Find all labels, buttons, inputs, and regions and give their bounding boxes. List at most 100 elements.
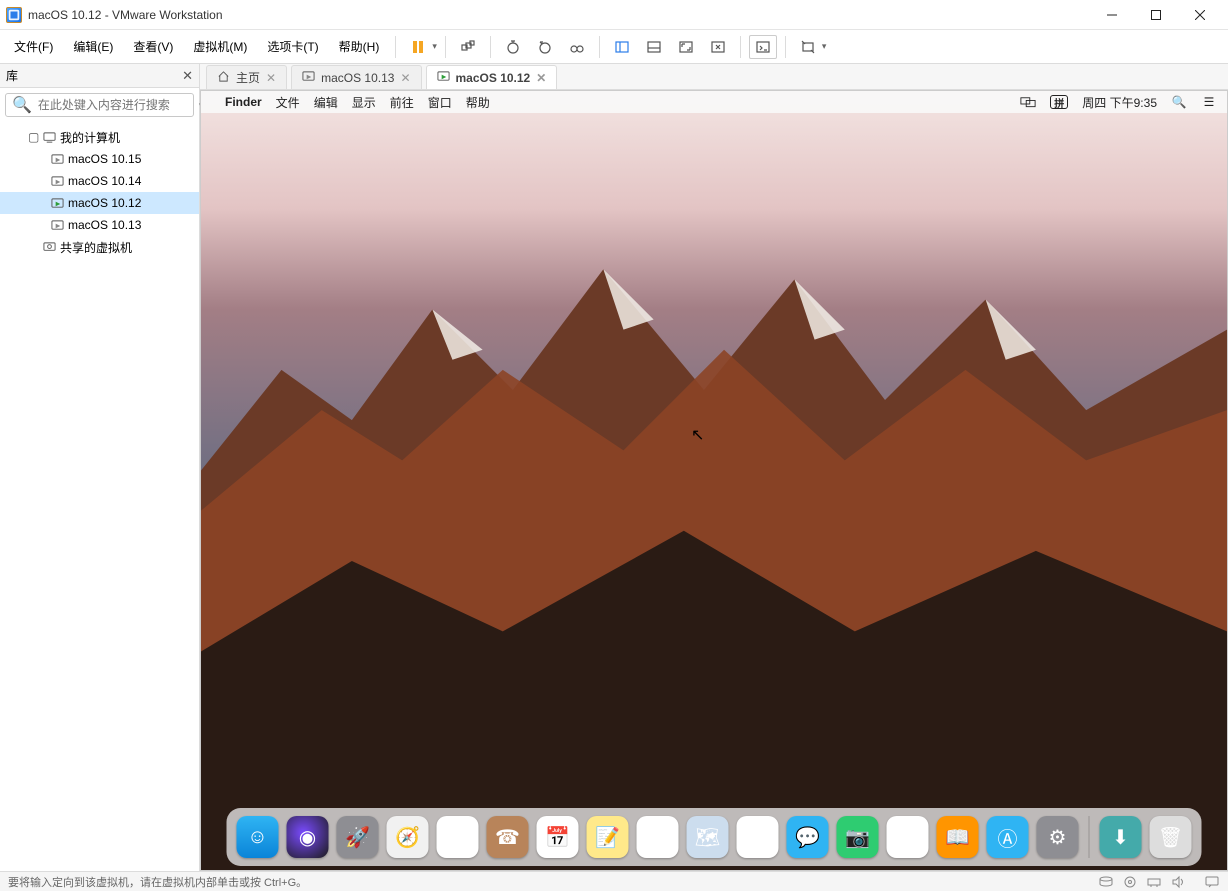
guest-dock: ☺◉🚀🧭✉☎📅📝☑🗺✿💬📷♪📖Ⓐ⚙ ⬇🗑 xyxy=(227,808,1202,866)
sidebar-close-button[interactable]: ✕ xyxy=(182,68,193,84)
tree-vm-item[interactable]: macOS 10.12 xyxy=(0,192,199,214)
main-area: 主页✕ macOS 10.13 ✕ macOS 10.12 ✕ xyxy=(200,64,1228,871)
snapshot-button[interactable] xyxy=(454,35,482,59)
vm-tree: ▢ 我的计算机 macOS 10.15macOS 10.14macOS 10.1… xyxy=(0,122,199,262)
tree-vm-item[interactable]: macOS 10.13 xyxy=(0,214,199,236)
snapshot-manager-button[interactable] xyxy=(563,35,591,59)
app-icon xyxy=(6,7,22,23)
layout-sidebar-button[interactable] xyxy=(608,35,636,59)
dock-app-downloads[interactable]: ⬇ xyxy=(1100,816,1142,858)
dock-app-messages[interactable]: 💬 xyxy=(787,816,829,858)
fullscreen-button[interactable] xyxy=(672,35,700,59)
dock-app-ibooks[interactable]: 📖 xyxy=(937,816,979,858)
vm-icon xyxy=(50,152,64,166)
tree-root-label: 我的计算机 xyxy=(60,129,120,146)
tab-close-button[interactable]: ✕ xyxy=(266,71,276,85)
tab-label: macOS 10.13 xyxy=(321,71,394,85)
separator xyxy=(785,36,786,58)
computer-icon xyxy=(42,130,56,144)
dock-app-maps[interactable]: 🗺 xyxy=(687,816,729,858)
menu-tabs[interactable]: 选项卡(T) xyxy=(259,34,326,59)
network-adapter-icon[interactable] xyxy=(1146,875,1162,889)
minimize-button[interactable] xyxy=(1090,0,1134,30)
guest-menu-go[interactable]: 前往 xyxy=(390,94,414,111)
input-method-indicator[interactable]: 拼 xyxy=(1050,95,1068,109)
guest-menu-help[interactable]: 帮助 xyxy=(466,94,490,111)
sidebar-header: 库 ✕ xyxy=(0,64,199,88)
tab[interactable]: 主页✕ xyxy=(206,65,287,89)
display-mirror-icon[interactable] xyxy=(1020,95,1036,109)
app-menubar: 文件(F) 编辑(E) 查看(V) 虚拟机(M) 选项卡(T) 帮助(H) ▾ … xyxy=(0,30,1228,64)
close-button[interactable] xyxy=(1178,0,1222,30)
stretch-button[interactable] xyxy=(794,35,822,59)
layout-thumbnail-button[interactable] xyxy=(640,35,668,59)
dock-app-preferences[interactable]: ⚙ xyxy=(1037,816,1079,858)
dock-app-reminders[interactable]: ☑ xyxy=(637,816,679,858)
tab-close-button[interactable]: ✕ xyxy=(400,71,410,85)
dock-app-appstore[interactable]: Ⓐ xyxy=(987,816,1029,858)
maximize-button[interactable] xyxy=(1134,0,1178,30)
guest-menu-view[interactable]: 显示 xyxy=(352,94,376,111)
dock-app-finder[interactable]: ☺ xyxy=(237,816,279,858)
notification-center-icon[interactable]: ☰ xyxy=(1201,95,1217,109)
tab-icon xyxy=(437,70,450,86)
tab-label: macOS 10.12 xyxy=(456,71,531,85)
disk-icon[interactable] xyxy=(1098,875,1114,889)
snapshot-revert-button[interactable] xyxy=(531,35,559,59)
pause-button[interactable] xyxy=(404,35,432,59)
guest-datetime[interactable]: 周四 下午9:35 xyxy=(1082,94,1157,111)
guest-menu-file[interactable]: 文件 xyxy=(276,94,300,111)
dock-app-mail[interactable]: ✉ xyxy=(437,816,479,858)
message-log-icon[interactable] xyxy=(1204,875,1220,889)
dock-app-facetime[interactable]: 📷 xyxy=(837,816,879,858)
guest-app-name[interactable]: Finder xyxy=(225,95,262,109)
cd-icon[interactable] xyxy=(1122,875,1138,889)
console-button[interactable] xyxy=(749,35,777,59)
tree-vm-item[interactable]: macOS 10.15 xyxy=(0,148,199,170)
guest-menu-window[interactable]: 窗口 xyxy=(428,94,452,111)
sound-icon[interactable] xyxy=(1170,875,1186,889)
dock-app-photos[interactable]: ✿ xyxy=(737,816,779,858)
tab-close-button[interactable]: ✕ xyxy=(536,71,546,85)
menu-vm[interactable]: 虚拟机(M) xyxy=(185,34,255,59)
window-titlebar: macOS 10.12 - VMware Workstation xyxy=(0,0,1228,30)
dock-app-launchpad[interactable]: 🚀 xyxy=(337,816,379,858)
vm-icon xyxy=(50,218,64,232)
tree-shared-vms[interactable]: 共享的虚拟机 xyxy=(0,236,199,258)
tree-vm-item[interactable]: macOS 10.14 xyxy=(0,170,199,192)
unity-button[interactable] xyxy=(704,35,732,59)
guest-menu-edit[interactable]: 编辑 xyxy=(314,94,338,111)
search-input[interactable] xyxy=(38,98,193,112)
expander-icon[interactable]: ▢ xyxy=(28,130,38,144)
pause-dropdown[interactable]: ▾ xyxy=(432,41,437,52)
tree-vm-label: macOS 10.13 xyxy=(68,218,141,232)
search-box[interactable]: 🔍 ▾ xyxy=(5,93,194,117)
tab-icon xyxy=(217,70,230,86)
tree-vm-label: macOS 10.15 xyxy=(68,152,141,166)
dock-divider xyxy=(1089,816,1090,858)
sidebar-title: 库 xyxy=(6,67,18,84)
dock-app-itunes[interactable]: ♪ xyxy=(887,816,929,858)
tab[interactable]: macOS 10.12 ✕ xyxy=(426,65,558,89)
status-hint: 要将输入定向到该虚拟机，请在虚拟机内部单击或按 Ctrl+G。 xyxy=(8,874,307,890)
menu-file[interactable]: 文件(F) xyxy=(6,34,61,59)
stretch-dropdown[interactable]: ▾ xyxy=(822,41,827,52)
separator xyxy=(490,36,491,58)
separator xyxy=(599,36,600,58)
spotlight-icon[interactable]: 🔍 xyxy=(1171,95,1187,109)
dock-app-trash[interactable]: 🗑 xyxy=(1150,816,1192,858)
dock-app-notes[interactable]: 📝 xyxy=(587,816,629,858)
dock-app-contacts[interactable]: ☎ xyxy=(487,816,529,858)
snapshot-take-button[interactable] xyxy=(499,35,527,59)
vm-icon xyxy=(50,174,64,188)
desktop-wallpaper xyxy=(201,91,1227,870)
tree-root-my-computer[interactable]: ▢ 我的计算机 xyxy=(0,126,199,148)
menu-help[interactable]: 帮助(H) xyxy=(331,34,388,59)
menu-edit[interactable]: 编辑(E) xyxy=(65,34,121,59)
dock-app-siri[interactable]: ◉ xyxy=(287,816,329,858)
guest-display[interactable]: Finder 文件 编辑 显示 前往 窗口 帮助 拼 周四 下午9:35 🔍 ☰… xyxy=(200,90,1228,871)
tab[interactable]: macOS 10.13 ✕ xyxy=(291,65,421,89)
dock-app-safari[interactable]: 🧭 xyxy=(387,816,429,858)
menu-view[interactable]: 查看(V) xyxy=(125,34,181,59)
dock-app-calendar[interactable]: 📅 xyxy=(537,816,579,858)
